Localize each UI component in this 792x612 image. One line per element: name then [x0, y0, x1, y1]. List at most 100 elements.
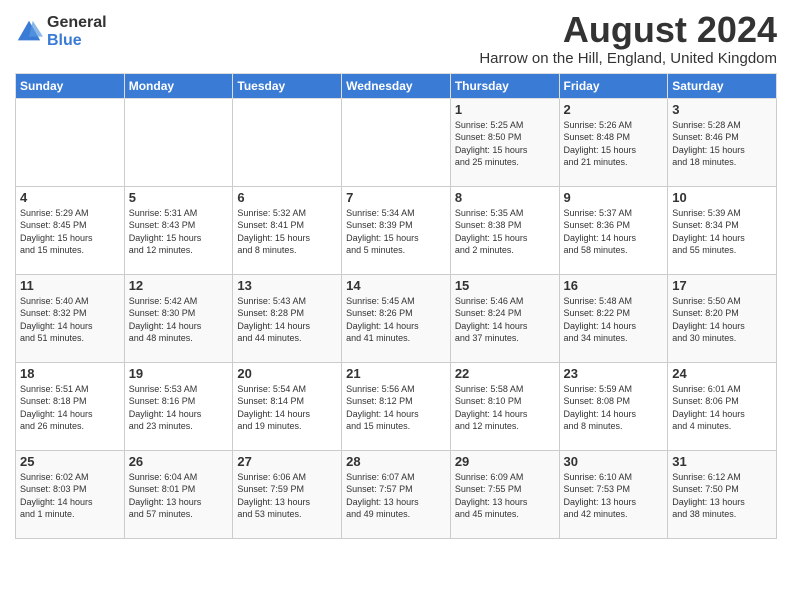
title-block: August 2024 Harrow on the Hill, England,…: [479, 10, 777, 67]
day-info: Sunrise: 5:51 AM Sunset: 8:18 PM Dayligh…: [20, 383, 120, 433]
calendar-cell: 7 Sunrise: 5:34 AM Sunset: 8:39 PM Daylig…: [342, 186, 451, 274]
calendar-body: 1Sunrise: 5:25 AM Sunset: 8:50 PM Daylig…: [16, 98, 777, 538]
day-info: Sunrise: 5:31 AM Sunset: 8:43 PM Dayligh…: [129, 207, 229, 257]
day-number: 9: [564, 190, 664, 205]
day-number: 12: [129, 278, 229, 293]
day-info: Sunrise: 6:02 AM Sunset: 8:03 PM Dayligh…: [20, 471, 120, 521]
day-header-saturday: Saturday: [668, 73, 777, 98]
week-row-1: 1Sunrise: 5:25 AM Sunset: 8:50 PM Daylig…: [16, 98, 777, 186]
day-number: 3: [672, 102, 772, 117]
calendar-cell: 17 Sunrise: 5:50 AM Sunset: 8:20 PM Dayli…: [668, 274, 777, 362]
day-number: 13: [237, 278, 337, 293]
day-number: 28: [346, 454, 446, 469]
calendar-cell: 12 Sunrise: 5:42 AM Sunset: 8:30 PM Dayli…: [124, 274, 233, 362]
day-info: Sunrise: 5:42 AM Sunset: 8:30 PM Dayligh…: [129, 295, 229, 345]
calendar-cell: 25 Sunrise: 6:02 AM Sunset: 8:03 PM Dayli…: [16, 450, 125, 538]
day-number: 19: [129, 366, 229, 381]
day-number: 15: [455, 278, 555, 293]
logo-icon: [15, 18, 43, 46]
calendar-cell: 3 Sunrise: 5:28 AM Sunset: 8:46 PM Daylig…: [668, 98, 777, 186]
day-number: 14: [346, 278, 446, 293]
calendar-cell: 1Sunrise: 5:25 AM Sunset: 8:50 PM Daylig…: [450, 98, 559, 186]
day-info: Sunrise: 5:46 AM Sunset: 8:24 PM Dayligh…: [455, 295, 555, 345]
calendar-cell: 15 Sunrise: 5:46 AM Sunset: 8:24 PM Dayli…: [450, 274, 559, 362]
calendar-cell: [233, 98, 342, 186]
day-info: Sunrise: 6:07 AM Sunset: 7:57 PM Dayligh…: [346, 471, 446, 521]
day-number: 24: [672, 366, 772, 381]
calendar-cell: 16Sunrise: 5:48 AM Sunset: 8:22 PM Dayli…: [559, 274, 668, 362]
main-title: August 2024: [479, 10, 777, 50]
calendar-cell: 23 Sunrise: 5:59 AM Sunset: 8:08 PM Dayli…: [559, 362, 668, 450]
day-info: Sunrise: 5:37 AM Sunset: 8:36 PM Dayligh…: [564, 207, 664, 257]
day-number: 17: [672, 278, 772, 293]
day-info: Sunrise: 6:12 AM Sunset: 7:50 PM Dayligh…: [672, 471, 772, 521]
day-info: Sunrise: 6:09 AM Sunset: 7:55 PM Dayligh…: [455, 471, 555, 521]
day-info: Sunrise: 6:06 AM Sunset: 7:59 PM Dayligh…: [237, 471, 337, 521]
day-info: Sunrise: 5:26 AM Sunset: 8:48 PM Dayligh…: [564, 119, 664, 169]
week-row-2: 4 Sunrise: 5:29 AM Sunset: 8:45 PM Daylig…: [16, 186, 777, 274]
week-row-4: 18 Sunrise: 5:51 AM Sunset: 8:18 PM Dayli…: [16, 362, 777, 450]
day-header-thursday: Thursday: [450, 73, 559, 98]
day-info: Sunrise: 5:58 AM Sunset: 8:10 PM Dayligh…: [455, 383, 555, 433]
day-number: 10: [672, 190, 772, 205]
week-row-3: 11Sunrise: 5:40 AM Sunset: 8:32 PM Dayli…: [16, 274, 777, 362]
day-number: 4: [20, 190, 120, 205]
day-info: Sunrise: 5:34 AM Sunset: 8:39 PM Dayligh…: [346, 207, 446, 257]
day-info: Sunrise: 5:35 AM Sunset: 8:38 PM Dayligh…: [455, 207, 555, 257]
calendar-cell: 4 Sunrise: 5:29 AM Sunset: 8:45 PM Daylig…: [16, 186, 125, 274]
day-number: 25: [20, 454, 120, 469]
day-info: Sunrise: 5:43 AM Sunset: 8:28 PM Dayligh…: [237, 295, 337, 345]
day-number: 20: [237, 366, 337, 381]
calendar-cell: 20 Sunrise: 5:54 AM Sunset: 8:14 PM Dayli…: [233, 362, 342, 450]
calendar-cell: 29Sunrise: 6:09 AM Sunset: 7:55 PM Dayli…: [450, 450, 559, 538]
day-info: Sunrise: 5:56 AM Sunset: 8:12 PM Dayligh…: [346, 383, 446, 433]
day-number: 6: [237, 190, 337, 205]
calendar-table: SundayMondayTuesdayWednesdayThursdayFrid…: [15, 73, 777, 539]
day-info: Sunrise: 5:28 AM Sunset: 8:46 PM Dayligh…: [672, 119, 772, 169]
logo: General Blue: [15, 14, 107, 49]
day-number: 18: [20, 366, 120, 381]
day-number: 21: [346, 366, 446, 381]
logo-general-text: General: [47, 14, 107, 32]
day-number: 7: [346, 190, 446, 205]
day-number: 1: [455, 102, 555, 117]
calendar-cell: 9 Sunrise: 5:37 AM Sunset: 8:36 PM Daylig…: [559, 186, 668, 274]
day-header-monday: Monday: [124, 73, 233, 98]
day-info: Sunrise: 6:10 AM Sunset: 7:53 PM Dayligh…: [564, 471, 664, 521]
logo-blue-text: Blue: [47, 32, 107, 50]
calendar-cell: 2Sunrise: 5:26 AM Sunset: 8:48 PM Daylig…: [559, 98, 668, 186]
day-info: Sunrise: 5:39 AM Sunset: 8:34 PM Dayligh…: [672, 207, 772, 257]
calendar-cell: 6Sunrise: 5:32 AM Sunset: 8:41 PM Daylig…: [233, 186, 342, 274]
day-number: 30: [564, 454, 664, 469]
calendar-cell: 21 Sunrise: 5:56 AM Sunset: 8:12 PM Dayli…: [342, 362, 451, 450]
calendar-cell: 19 Sunrise: 5:53 AM Sunset: 8:16 PM Dayli…: [124, 362, 233, 450]
day-info: Sunrise: 5:48 AM Sunset: 8:22 PM Dayligh…: [564, 295, 664, 345]
calendar-cell: 24Sunrise: 6:01 AM Sunset: 8:06 PM Dayli…: [668, 362, 777, 450]
day-number: 27: [237, 454, 337, 469]
day-number: 31: [672, 454, 772, 469]
calendar-cell: 28 Sunrise: 6:07 AM Sunset: 7:57 PM Dayli…: [342, 450, 451, 538]
calendar-cell: 13 Sunrise: 5:43 AM Sunset: 8:28 PM Dayli…: [233, 274, 342, 362]
day-info: Sunrise: 5:45 AM Sunset: 8:26 PM Dayligh…: [346, 295, 446, 345]
day-header-friday: Friday: [559, 73, 668, 98]
day-number: 22: [455, 366, 555, 381]
page-header: General Blue August 2024 Harrow on the H…: [15, 10, 777, 67]
day-number: 11: [20, 278, 120, 293]
subtitle: Harrow on the Hill, England, United King…: [479, 50, 777, 67]
calendar-cell: 11Sunrise: 5:40 AM Sunset: 8:32 PM Dayli…: [16, 274, 125, 362]
day-header-sunday: Sunday: [16, 73, 125, 98]
calendar-cell: 14 Sunrise: 5:45 AM Sunset: 8:26 PM Dayli…: [342, 274, 451, 362]
day-number: 23: [564, 366, 664, 381]
day-info: Sunrise: 5:29 AM Sunset: 8:45 PM Dayligh…: [20, 207, 120, 257]
day-info: Sunrise: 5:50 AM Sunset: 8:20 PM Dayligh…: [672, 295, 772, 345]
calendar-cell: 10 Sunrise: 5:39 AM Sunset: 8:34 PM Dayli…: [668, 186, 777, 274]
calendar-cell: 22 Sunrise: 5:58 AM Sunset: 8:10 PM Dayli…: [450, 362, 559, 450]
day-info: Sunrise: 5:53 AM Sunset: 8:16 PM Dayligh…: [129, 383, 229, 433]
day-info: Sunrise: 5:54 AM Sunset: 8:14 PM Dayligh…: [237, 383, 337, 433]
calendar-cell: 30 Sunrise: 6:10 AM Sunset: 7:53 PM Dayli…: [559, 450, 668, 538]
calendar-cell: 8Sunrise: 5:35 AM Sunset: 8:38 PM Daylig…: [450, 186, 559, 274]
calendar-cell: 5Sunrise: 5:31 AM Sunset: 8:43 PM Daylig…: [124, 186, 233, 274]
day-info: Sunrise: 5:59 AM Sunset: 8:08 PM Dayligh…: [564, 383, 664, 433]
day-number: 26: [129, 454, 229, 469]
calendar-cell: 31 Sunrise: 6:12 AM Sunset: 7:50 PM Dayli…: [668, 450, 777, 538]
